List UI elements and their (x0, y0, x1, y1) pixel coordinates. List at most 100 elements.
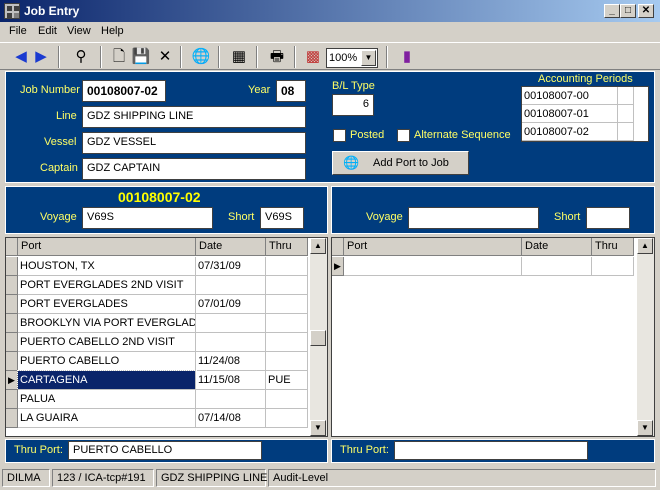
binoculars-icon[interactable]: ⚲ (70, 47, 92, 67)
cell-thru[interactable] (266, 352, 308, 371)
column-header-date[interactable]: Date (522, 238, 592, 256)
color-grid-icon[interactable]: ▩ (302, 47, 324, 67)
cell-date[interactable]: 11/24/08 (196, 352, 266, 371)
cell-date[interactable] (196, 333, 266, 352)
forward-arrow-icon[interactable]: ▶ (30, 47, 52, 67)
save-icon[interactable]: 💾 (130, 47, 152, 67)
scroll-up-icon[interactable]: ▲ (310, 238, 326, 254)
captain-field[interactable]: GDZ CAPTAIN (82, 158, 306, 180)
year-field[interactable]: 08 (276, 80, 306, 102)
cell-port[interactable]: BROOKLYN VIA PORT EVERGLADES (18, 314, 196, 333)
table-row[interactable]: BROOKLYN VIA PORT EVERGLADES (6, 314, 308, 333)
table-row[interactable]: PUERTO CABELLO 2ND VISIT (6, 333, 308, 352)
delete-icon[interactable]: ✕ (154, 47, 176, 67)
column-header-thru[interactable]: Thru (592, 238, 634, 256)
accounting-periods-list[interactable]: 00108007-00 00108007-01 00108007-02 (521, 86, 649, 142)
menu-file[interactable]: File (9, 25, 27, 37)
cell-thru[interactable]: PUE (266, 371, 308, 390)
posted-checkbox[interactable] (333, 129, 346, 142)
table-row[interactable]: PORT EVERGLADES 2ND VISIT (6, 276, 308, 295)
cell-thru[interactable] (266, 333, 308, 352)
column-header-port[interactable]: Port (18, 238, 196, 256)
list-item[interactable]: 00108007-02 (522, 123, 618, 141)
back-arrow-icon[interactable]: ◀ (10, 47, 32, 67)
line-field[interactable]: GDZ SHIPPING LINE (82, 106, 306, 128)
zoom-select[interactable]: 100% ▼ (326, 48, 378, 68)
cell-date[interactable]: 07/31/09 (196, 257, 266, 276)
calendar-icon[interactable]: ▦ (228, 47, 250, 67)
job-number-field[interactable]: 00108007-02 (82, 80, 166, 102)
table-row[interactable]: ▶ CARTAGENA 11/15/08 PUE (6, 370, 308, 391)
chevron-down-icon[interactable]: ▼ (361, 50, 376, 66)
cell-port[interactable]: PORT EVERGLADES (18, 295, 196, 314)
cell-date[interactable] (196, 276, 266, 295)
right-port-grid[interactable]: Port Date Thru ▶ ▲ ▼ (331, 237, 655, 437)
scroll-thumb[interactable] (310, 330, 326, 346)
cell-date[interactable] (196, 314, 266, 333)
cell-date[interactable]: 07/14/08 (196, 409, 266, 428)
alternate-sequence-checkbox[interactable] (397, 129, 410, 142)
list-item[interactable]: 00108007-00 (522, 87, 618, 105)
thru-port-field[interactable]: PUERTO CABELLO (68, 441, 262, 460)
column-header-port[interactable]: Port (344, 238, 522, 256)
short-field[interactable] (586, 207, 630, 229)
cell-thru[interactable] (266, 409, 308, 428)
cell-port[interactable]: PUERTO CABELLO (18, 352, 196, 371)
cell-date[interactable]: 07/01/09 (196, 295, 266, 314)
short-label: Short (554, 211, 581, 223)
row-pointer-icon: ▶ (6, 371, 18, 390)
minimize-button[interactable]: _ (604, 4, 620, 18)
cell-port[interactable]: HOUSTON, TX (18, 257, 196, 276)
cell-port[interactable]: PALUA (18, 390, 196, 409)
right-grid-scrollbar[interactable]: ▲ ▼ (637, 238, 654, 436)
cell-port[interactable]: LA GUAIRA (18, 409, 196, 428)
captain-label: Captain (40, 162, 78, 174)
column-header-date[interactable]: Date (196, 238, 266, 256)
cell-date[interactable]: 11/15/08 (196, 371, 266, 390)
table-row[interactable]: ▶ (332, 257, 634, 276)
table-row[interactable]: HOUSTON, TX 07/31/09 (6, 257, 308, 276)
maximize-button[interactable]: □ (620, 4, 636, 18)
cell-thru[interactable] (266, 295, 308, 314)
table-row[interactable]: PALUA (6, 390, 308, 409)
new-document-icon[interactable]: 🗋 (108, 47, 130, 67)
add-port-button[interactable]: 🌐 Add Port to Job (332, 151, 469, 175)
list-item[interactable]: 00108007-01 (522, 105, 618, 123)
scroll-down-icon[interactable]: ▼ (637, 420, 653, 436)
cell-thru[interactable] (266, 257, 308, 276)
short-field[interactable]: V69S (260, 207, 304, 229)
exit-door-icon[interactable]: ▮ (396, 47, 418, 67)
cell-thru[interactable] (266, 314, 308, 333)
scroll-down-icon[interactable]: ▼ (310, 420, 326, 436)
voyage-field[interactable] (408, 207, 539, 229)
menu-help[interactable]: Help (101, 25, 124, 37)
cell-thru[interactable] (266, 276, 308, 295)
column-header-thru[interactable]: Thru (266, 238, 308, 256)
short-label: Short (228, 211, 255, 223)
row-pointer-icon: ▶ (332, 257, 344, 276)
vessel-field[interactable]: GDZ VESSEL (82, 132, 306, 154)
table-row[interactable]: PUERTO CABELLO 11/24/08 (6, 352, 308, 371)
scroll-up-icon[interactable]: ▲ (637, 238, 653, 254)
cell-date[interactable] (196, 390, 266, 409)
bl-type-field[interactable]: 6 (332, 94, 374, 116)
menu-bar: File Edit View Help (0, 22, 660, 40)
left-port-grid[interactable]: Port Date Thru HOUSTON, TX 07/31/09 PORT E… (5, 237, 328, 437)
cell-port[interactable]: CARTAGENA (17, 370, 197, 391)
left-grid-scrollbar[interactable]: ▲ ▼ (310, 238, 327, 436)
cell-port[interactable]: PUERTO CABELLO 2ND VISIT (18, 333, 196, 352)
cell-port[interactable]: PORT EVERGLADES 2ND VISIT (18, 276, 196, 295)
printer-icon[interactable]: 🖶 (266, 47, 288, 67)
close-button[interactable]: ✕ (638, 4, 654, 18)
table-row[interactable]: PORT EVERGLADES 07/01/09 (6, 295, 308, 314)
menu-view[interactable]: View (67, 25, 91, 37)
table-row[interactable]: LA GUAIRA 07/14/08 (6, 409, 308, 428)
globe-icon[interactable]: 🌐 (190, 47, 212, 67)
status-audit-level: Audit-Level (268, 469, 656, 487)
menu-edit[interactable]: Edit (38, 25, 57, 37)
left-thru-port-bar: Thru Port: PUERTO CABELLO (5, 439, 328, 463)
thru-port-field[interactable] (394, 441, 588, 460)
voyage-field[interactable]: V69S (82, 207, 213, 229)
left-voyage-panel: 00108007-02 Voyage V69S Short V69S (5, 186, 328, 234)
cell-thru[interactable] (266, 390, 308, 409)
